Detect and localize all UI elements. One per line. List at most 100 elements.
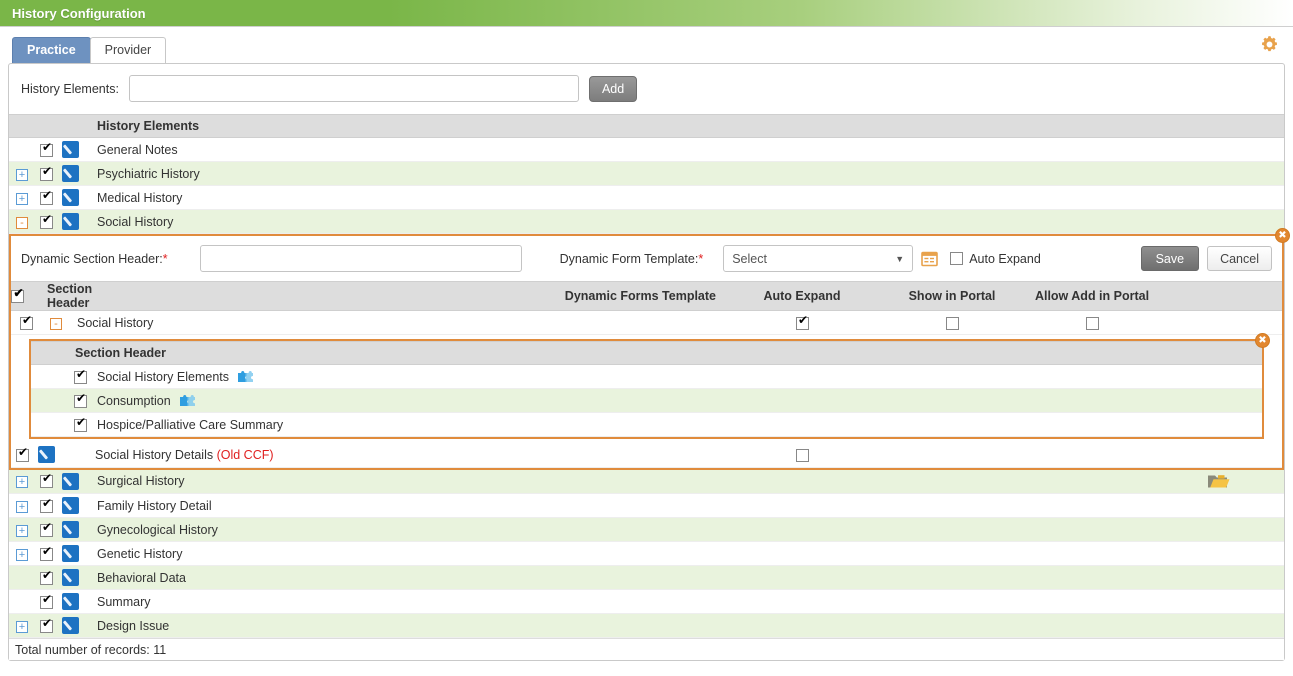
row-gap-cell xyxy=(83,209,91,234)
gear-icon[interactable] xyxy=(1260,35,1279,54)
row-checkbox[interactable] xyxy=(73,416,88,432)
row-label: Design Issue xyxy=(91,613,1154,638)
select-all-checkbox[interactable] xyxy=(11,287,25,304)
cancel-button[interactable]: Cancel xyxy=(1207,246,1272,271)
auto-expand-toggle[interactable]: Auto Expand xyxy=(950,252,1041,266)
edit-pencil-icon[interactable] xyxy=(61,165,79,182)
history-elements-input[interactable] xyxy=(128,75,579,102)
row-checkbox[interactable] xyxy=(19,314,34,330)
dynamic-form-template-label-text: Dynamic Form Template: xyxy=(559,251,699,266)
tab-practice[interactable]: Practice xyxy=(12,37,91,63)
collapse-minus-icon[interactable]: - xyxy=(16,216,28,229)
edit-pencil-icon[interactable] xyxy=(61,593,79,610)
edit-pencil-icon[interactable] xyxy=(37,446,55,464)
row-folder-cell xyxy=(1154,565,1284,590)
dynamic-section-panel: ✖ Dynamic Section Header:* Dynamic Form … xyxy=(9,228,1290,470)
row-checkbox-cell xyxy=(35,613,57,638)
expand-plus-icon[interactable]: + xyxy=(16,548,28,561)
show-in-portal-checkbox[interactable] xyxy=(945,316,959,330)
row-checkbox[interactable] xyxy=(73,368,88,384)
row-edit-cell xyxy=(57,137,83,162)
row-expander-cell: + xyxy=(9,541,35,566)
sub-row-checkbox-cell xyxy=(69,412,91,437)
puzzle-piece-icon[interactable] xyxy=(237,369,254,384)
table-row: Summary xyxy=(9,589,1284,614)
row-label: Behavioral Data xyxy=(91,565,1154,590)
row-label-cell: Social History Details (Old CCF) xyxy=(89,443,722,468)
table-row: - Social History xyxy=(11,310,1282,335)
expand-plus-icon[interactable]: + xyxy=(16,500,28,513)
add-button[interactable]: Add xyxy=(588,75,638,102)
edit-pencil-icon[interactable] xyxy=(61,617,79,634)
edit-pencil-icon[interactable] xyxy=(61,545,79,562)
row-checkbox[interactable] xyxy=(39,472,54,489)
expand-plus-icon[interactable]: + xyxy=(16,168,28,181)
edit-pencil-icon[interactable] xyxy=(61,497,79,514)
expand-plus-icon[interactable]: + xyxy=(16,524,28,537)
close-icon[interactable]: ✖ xyxy=(1255,333,1270,348)
dynamic-section-header-input[interactable] xyxy=(199,245,522,272)
row-expander-cell: + xyxy=(9,517,35,542)
edit-pencil-icon[interactable] xyxy=(61,189,79,206)
row-auto-expand-cell xyxy=(722,310,882,335)
collapse-minus-icon[interactable]: - xyxy=(50,317,62,330)
calendar-form-icon[interactable] xyxy=(921,250,938,267)
allow-add-in-portal-checkbox[interactable] xyxy=(1085,316,1099,330)
folder-open-icon[interactable] xyxy=(1207,471,1231,491)
expand-plus-icon[interactable]: + xyxy=(16,192,28,205)
sub-row-label: Consumption xyxy=(97,394,171,408)
row-expander-cell: + xyxy=(9,469,35,494)
row-checkbox[interactable] xyxy=(39,497,54,513)
row-gap-cell xyxy=(59,443,89,468)
row-checkbox[interactable] xyxy=(39,521,54,537)
close-icon[interactable]: ✖ xyxy=(1275,228,1290,243)
row-folder-cell xyxy=(1154,517,1284,542)
dynamic-form-template-select[interactable]: Select ▼ xyxy=(723,245,914,272)
row-edit-cell xyxy=(57,541,83,566)
sub-row-checkbox-cell xyxy=(69,364,91,389)
edit-pencil-icon[interactable] xyxy=(61,521,79,538)
row-checkbox[interactable] xyxy=(39,569,54,585)
table-row: Behavioral Data xyxy=(9,565,1284,590)
edit-pencil-icon[interactable] xyxy=(61,141,79,158)
expand-plus-icon[interactable]: + xyxy=(16,476,28,489)
edit-pencil-icon[interactable] xyxy=(61,472,79,490)
row-checkbox-cell xyxy=(35,161,57,186)
auto-expand-checkbox[interactable] xyxy=(795,448,809,462)
row-checkbox-cell xyxy=(35,589,57,614)
row-gap-cell xyxy=(83,517,91,542)
row-show-in-portal-cell xyxy=(882,443,1022,468)
dyn-col-show-in-portal: Show in Portal xyxy=(882,281,1022,311)
section-header-subpanel: ✖ Section Header Social History Elements xyxy=(29,333,1270,439)
row-expander-cell: - xyxy=(41,310,71,335)
row-edit-cell xyxy=(57,517,83,542)
row-checkbox[interactable] xyxy=(39,545,54,561)
puzzle-piece-icon[interactable] xyxy=(179,393,196,408)
auto-expand-checkbox[interactable] xyxy=(795,314,810,330)
row-checkbox[interactable] xyxy=(39,141,54,157)
grid-col-check xyxy=(35,114,57,138)
row-checkbox-cell xyxy=(11,310,41,335)
save-button[interactable]: Save xyxy=(1140,246,1200,271)
row-checkbox[interactable] xyxy=(73,392,88,408)
row-expander-cell: + xyxy=(9,493,35,518)
auto-expand-checkbox[interactable] xyxy=(950,252,964,265)
grid-col-gap xyxy=(83,114,91,138)
row-checkbox[interactable] xyxy=(39,189,54,205)
sub-row-label: Social History Elements xyxy=(97,370,229,384)
sub-row-label-cell: Consumption xyxy=(91,388,1262,413)
row-label: Medical History xyxy=(91,185,1284,210)
row-checkbox[interactable] xyxy=(15,446,30,462)
row-checkbox[interactable] xyxy=(39,213,54,229)
row-edit-cell xyxy=(57,565,83,590)
tab-provider[interactable]: Provider xyxy=(89,37,167,63)
tab-bar: Practice Provider xyxy=(0,27,1293,63)
sub-row-spacer xyxy=(31,388,69,413)
row-checkbox[interactable] xyxy=(39,593,54,609)
edit-pencil-icon[interactable] xyxy=(61,213,79,230)
row-checkbox[interactable] xyxy=(39,617,54,633)
edit-pencil-icon[interactable] xyxy=(61,569,79,586)
row-edit-cell xyxy=(57,161,83,186)
expand-plus-icon[interactable]: + xyxy=(16,620,28,633)
row-checkbox[interactable] xyxy=(39,165,54,181)
